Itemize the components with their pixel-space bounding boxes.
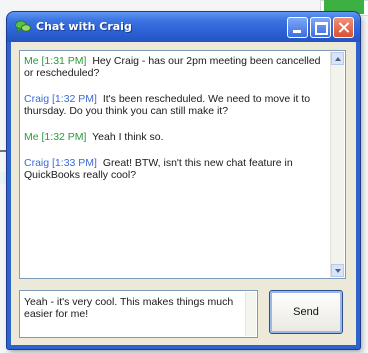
message-input-scrollbar[interactable]	[245, 292, 256, 336]
title-bar[interactable]: Chat with Craig	[7, 12, 360, 42]
minimize-button[interactable]	[287, 17, 308, 38]
message-time: [1:31 PM]	[41, 55, 87, 67]
scroll-down-button[interactable]	[331, 264, 344, 277]
chat-message: Craig [1:32 PM] It's been rescheduled. W…	[24, 93, 328, 117]
send-button[interactable]: Send	[269, 290, 343, 334]
message-time: [1:32 PM]	[52, 93, 97, 105]
chat-window: Chat with Craig Me [1:31 PM] Hey Craig -…	[7, 12, 360, 349]
message-time: [1:32 PM]	[41, 131, 87, 143]
chat-message: Me [1:31 PM] Hey Craig - has our 2pm mee…	[24, 55, 328, 79]
message-input-text: Yeah - it's very cool. This makes things…	[24, 296, 234, 320]
message-sender: Craig	[24, 93, 50, 105]
scroll-up-button[interactable]	[331, 52, 344, 65]
message-input[interactable]: Yeah - it's very cool. This makes things…	[19, 290, 258, 338]
close-button[interactable]	[333, 17, 354, 38]
message-sender: Me	[24, 55, 39, 67]
chat-message: Me [1:32 PM] Yeah I think so.	[24, 131, 328, 143]
chat-bubbles-icon	[15, 20, 31, 34]
chat-message: Craig [1:33 PM] Great! BTW, isn't this n…	[24, 157, 328, 181]
window-client-area: Me [1:31 PM] Hey Craig - has our 2pm mee…	[11, 42, 356, 345]
message-time: [1:33 PM]	[52, 157, 97, 169]
chat-transcript[interactable]: Me [1:31 PM] Hey Craig - has our 2pm mee…	[19, 50, 346, 279]
transcript-scrollbar[interactable]	[330, 52, 344, 277]
window-title: Chat with Craig	[36, 20, 132, 33]
message-list: Me [1:31 PM] Hey Craig - has our 2pm mee…	[24, 55, 328, 274]
message-sender: Craig	[24, 157, 50, 169]
message-text: Yeah I think so.	[92, 131, 164, 143]
message-sender: Me	[24, 131, 39, 143]
maximize-button[interactable]	[310, 17, 331, 38]
